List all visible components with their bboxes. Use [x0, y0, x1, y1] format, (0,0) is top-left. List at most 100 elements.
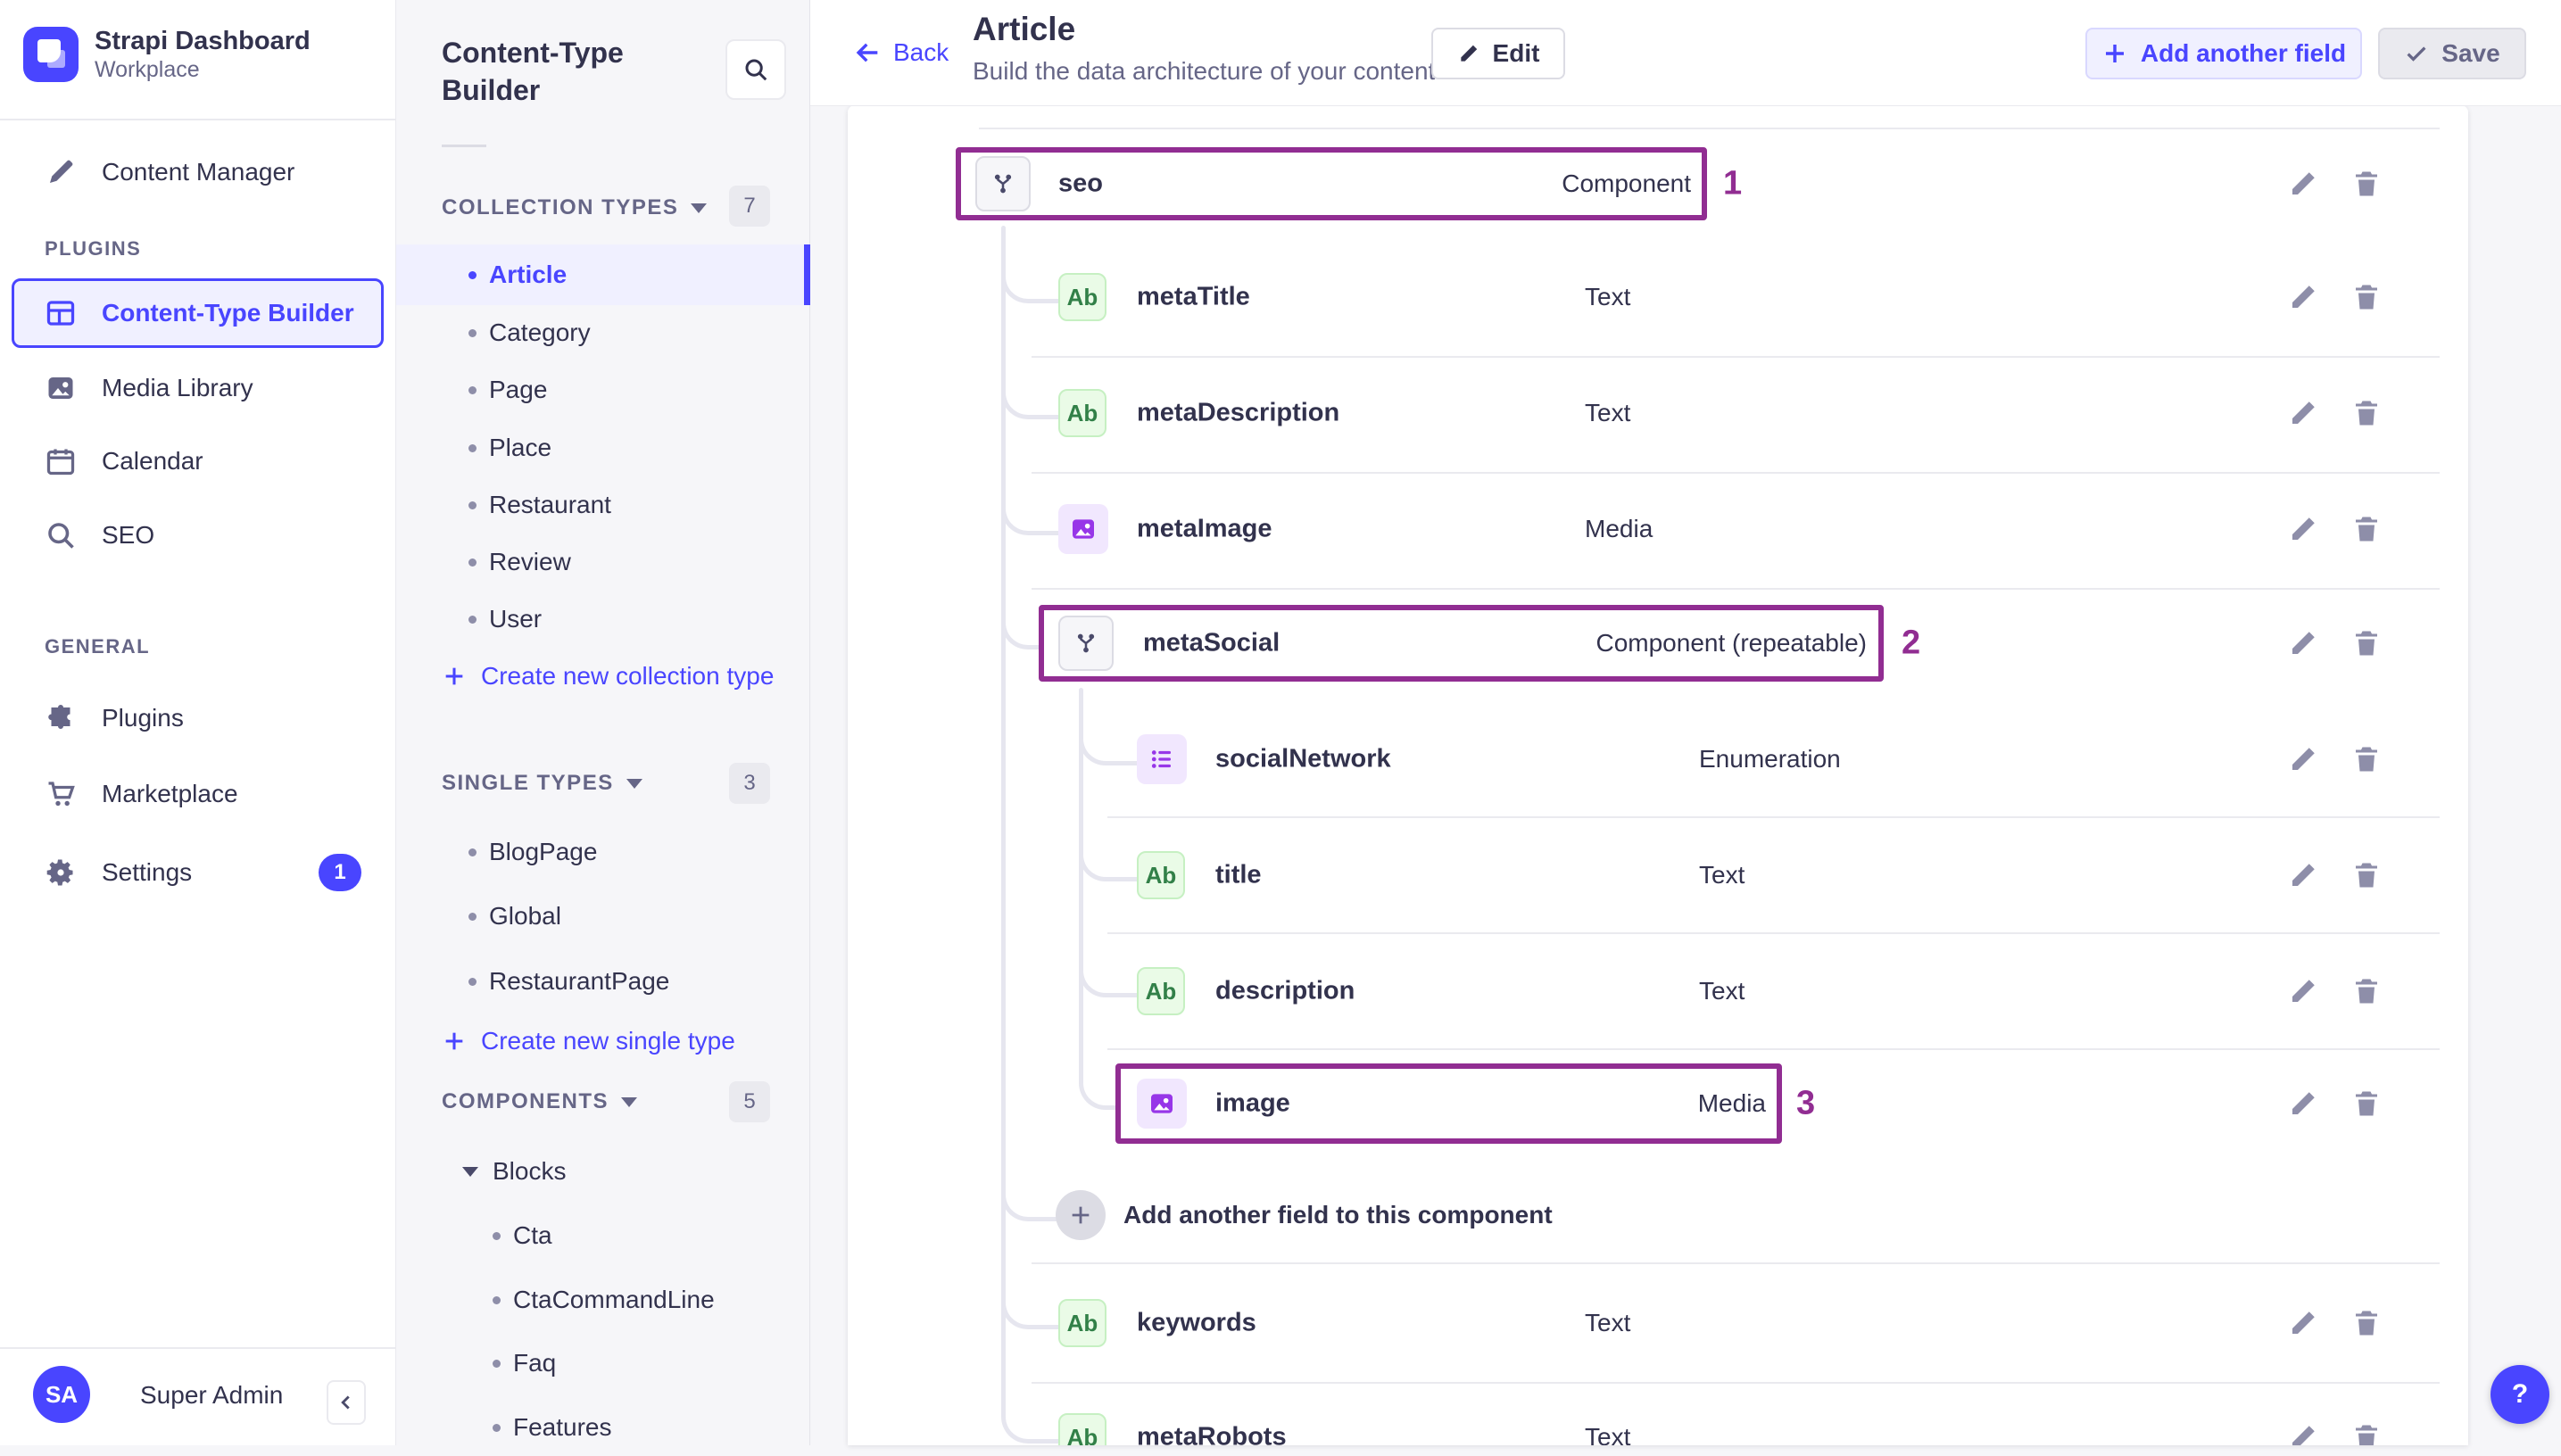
- settings-notification-badge: 1: [319, 854, 361, 891]
- delete-field-icon[interactable]: [2350, 1307, 2383, 1339]
- edit-field-icon[interactable]: [2287, 1421, 2319, 1445]
- sidebar-item-label: SEO: [102, 521, 155, 549]
- user-avatar[interactable]: SA: [33, 1366, 90, 1423]
- field-row-metatitle: Ab metaTitle Text: [848, 239, 2468, 355]
- delete-field-icon[interactable]: [2350, 975, 2383, 1007]
- enumeration-field-icon: [1137, 734, 1187, 784]
- bullet-icon: [468, 848, 477, 856]
- check-icon: [2404, 41, 2429, 66]
- sidebar-item-label: Calendar: [102, 447, 203, 475]
- collection-type-review[interactable]: Review: [395, 534, 810, 591]
- delete-field-icon[interactable]: [2350, 1088, 2383, 1120]
- edit-field-icon[interactable]: [2287, 975, 2319, 1007]
- edit-field-icon[interactable]: [2287, 1307, 2319, 1339]
- calendar-icon: [45, 445, 77, 477]
- caret-down-icon: [462, 1166, 478, 1177]
- collection-types-count: 7: [729, 186, 770, 227]
- page-title: Article: [973, 11, 1076, 47]
- sidebar-footer-divider: [0, 1347, 395, 1349]
- puzzle-icon: [45, 702, 77, 734]
- text-field-icon: Ab: [1137, 851, 1185, 899]
- text-field-icon: Ab: [1058, 389, 1106, 437]
- search-button[interactable]: [725, 39, 786, 100]
- bullet-icon: [468, 270, 477, 279]
- delete-field-icon[interactable]: [2350, 397, 2383, 429]
- delete-field-icon[interactable]: [2350, 281, 2383, 313]
- sidebar-item-media-library[interactable]: Media Library: [0, 360, 395, 417]
- help-button[interactable]: ?: [2491, 1365, 2549, 1424]
- edit-field-icon[interactable]: [2287, 627, 2319, 659]
- save-button[interactable]: Save: [2378, 28, 2526, 79]
- single-type-global[interactable]: Global: [395, 888, 810, 945]
- sidebar-item-label: Plugins: [102, 704, 184, 732]
- text-field-icon: Ab: [1137, 967, 1185, 1015]
- pen-icon: [45, 156, 77, 188]
- collection-type-category[interactable]: Category: [395, 304, 810, 361]
- collection-type-page[interactable]: Page: [395, 361, 810, 418]
- collection-type-restaurant[interactable]: Restaurant: [395, 476, 810, 534]
- edit-button[interactable]: Edit: [1431, 28, 1565, 79]
- edit-field-icon[interactable]: [2287, 859, 2319, 891]
- edit-field-icon[interactable]: [2287, 281, 2319, 313]
- edit-field-icon[interactable]: [2287, 397, 2319, 429]
- edit-field-icon[interactable]: [2287, 743, 2319, 775]
- plus-icon: [2101, 40, 2128, 67]
- collection-type-user[interactable]: User: [395, 591, 810, 648]
- bullet-icon: [468, 977, 477, 986]
- create-single-type-link[interactable]: Create new single type: [395, 1013, 810, 1070]
- text-field-icon: Ab: [1058, 1299, 1106, 1347]
- sidebar-item-seo[interactable]: SEO: [0, 507, 395, 564]
- component-cta[interactable]: Cta: [395, 1207, 810, 1264]
- bullet-icon: [468, 558, 477, 567]
- field-row-metarobots: Ab metaRobots Text: [848, 1379, 2468, 1445]
- caret-down-icon: [626, 778, 642, 789]
- edit-field-icon[interactable]: [2287, 513, 2319, 545]
- delete-field-icon[interactable]: [2350, 859, 2383, 891]
- field-row-metadescription: Ab metaDescription Text: [848, 355, 2468, 471]
- create-collection-type-link[interactable]: Create new collection type: [395, 648, 810, 705]
- sidebar-item-marketplace[interactable]: Marketplace: [0, 765, 395, 823]
- brand[interactable]: Strapi Dashboard Workplace: [23, 25, 311, 84]
- component-features[interactable]: Features: [395, 1399, 810, 1456]
- delete-field-icon[interactable]: [2350, 513, 2383, 545]
- plus-icon: [442, 664, 467, 689]
- edit-field-icon[interactable]: [2287, 168, 2319, 200]
- cart-icon: [45, 778, 77, 810]
- delete-field-icon[interactable]: [2350, 1421, 2383, 1445]
- add-field-to-component-row[interactable]: Add another field to this component: [848, 1157, 2468, 1273]
- component-ctacommandline[interactable]: CtaCommandLine: [395, 1271, 810, 1328]
- main-sidebar: Strapi Dashboard Workplace Content Manag…: [0, 0, 396, 1445]
- gear-icon: [45, 856, 77, 889]
- add-another-field-button[interactable]: Add another field: [2085, 28, 2362, 79]
- sidebar-item-content-type-builder[interactable]: Content-Type Builder: [12, 278, 384, 348]
- content-type-builder-panel: Content-Type Builder COLLECTION TYPES 7 …: [395, 0, 810, 1445]
- collapse-sidebar-button[interactable]: [327, 1380, 366, 1425]
- collection-type-place[interactable]: Place: [395, 419, 810, 476]
- plus-circle-icon[interactable]: [1056, 1190, 1106, 1240]
- back-link[interactable]: Back: [852, 0, 949, 105]
- caret-down-icon: [621, 1096, 638, 1107]
- component-faq[interactable]: Faq: [395, 1335, 810, 1392]
- single-type-blogpage[interactable]: BlogPage: [395, 823, 810, 881]
- edit-field-icon[interactable]: [2287, 1088, 2319, 1120]
- sidebar-item-label: Media Library: [102, 374, 253, 401]
- components-group-blocks[interactable]: Blocks: [395, 1143, 810, 1200]
- sidebar-divider: [0, 119, 395, 120]
- sidebar-item-content-manager[interactable]: Content Manager: [0, 144, 395, 201]
- bullet-icon: [468, 500, 477, 509]
- single-type-restaurantpage[interactable]: RestaurantPage: [395, 953, 810, 1010]
- magnifier-icon: [45, 519, 77, 551]
- sidebar-item-plugins[interactable]: Plugins: [0, 690, 395, 747]
- field-row-title: Ab title Text: [848, 817, 2468, 933]
- delete-field-icon[interactable]: [2350, 168, 2383, 200]
- page-header: Back Article Build the data architecture…: [810, 0, 2561, 106]
- delete-field-icon[interactable]: [2350, 627, 2383, 659]
- chevron-left-icon: [335, 1391, 358, 1414]
- strapi-logo-icon: [23, 27, 79, 82]
- active-accent-bar: [804, 244, 810, 305]
- delete-field-icon[interactable]: [2350, 743, 2383, 775]
- back-arrow-icon: [852, 37, 883, 68]
- collection-type-article[interactable]: Article: [395, 244, 810, 305]
- sidebar-item-calendar[interactable]: Calendar: [0, 433, 395, 490]
- sidebar-item-settings[interactable]: Settings 1: [0, 844, 395, 901]
